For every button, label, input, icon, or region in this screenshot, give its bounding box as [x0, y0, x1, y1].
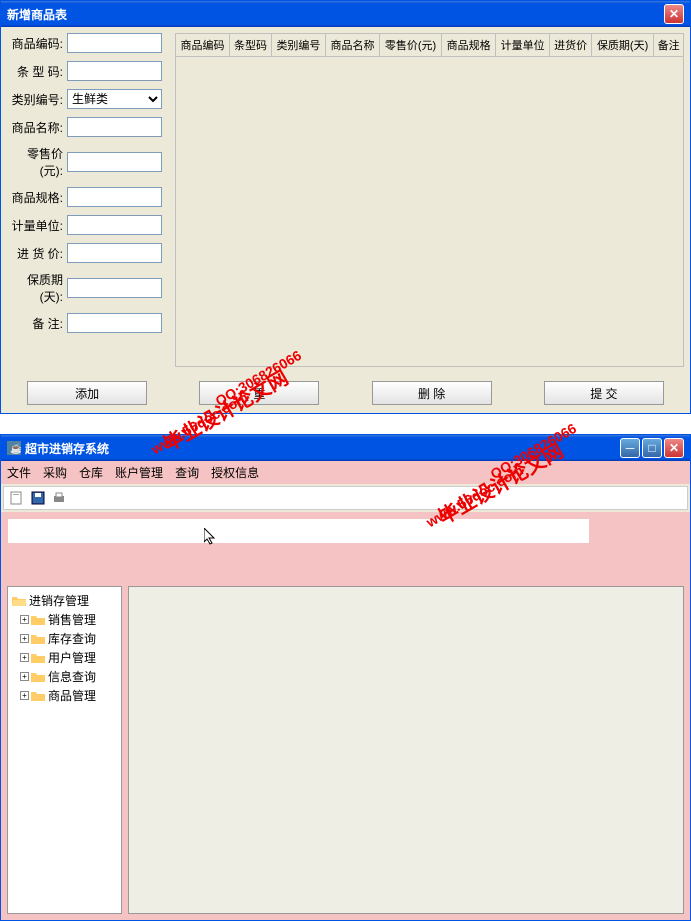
label-name: 商品名称: — [7, 119, 67, 136]
add-product-window: 新增商品表 ✕ 商品编码: 条 型 码: 类别编号: 生鲜类 商品名称: — [0, 0, 691, 414]
menu-file[interactable]: 文件 — [7, 464, 31, 481]
th-name[interactable]: 商品名称 — [325, 34, 379, 57]
titlebar: 新增商品表 ✕ — [1, 1, 690, 27]
delete-button[interactable]: 删 除 — [372, 381, 492, 405]
reset-button[interactable]: 重 — [199, 381, 319, 405]
input-unit[interactable] — [67, 215, 162, 235]
input-product-code[interactable] — [67, 33, 162, 53]
toolbar — [3, 486, 688, 510]
label-spec: 商品规格: — [7, 189, 67, 206]
tree-item-sales[interactable]: + 销售管理 — [20, 610, 117, 629]
new-icon[interactable] — [8, 489, 26, 507]
tree-item-product[interactable]: + 商品管理 — [20, 686, 117, 705]
input-remark[interactable] — [67, 313, 162, 333]
table-body-empty — [175, 57, 684, 367]
th-purchase[interactable]: 进货价 — [550, 34, 592, 57]
java-icon: ☕ — [7, 441, 21, 455]
input-retail-price[interactable] — [67, 152, 162, 172]
folder-icon — [31, 652, 45, 664]
tree-item-inventory[interactable]: + 库存查询 — [20, 629, 117, 648]
select-category[interactable]: 生鲜类 — [67, 89, 162, 109]
folder-icon — [31, 633, 45, 645]
svg-text:☕: ☕ — [10, 442, 21, 455]
product-table-area: 商品编码 条型码 类别编号 商品名称 零售价(元) 商品规格 计量单位 进货价 … — [175, 33, 684, 367]
tree-root[interactable]: 进销存管理 — [12, 591, 117, 610]
label-code: 商品编码: — [7, 35, 67, 52]
input-shelf-life[interactable] — [67, 278, 162, 298]
expand-icon[interactable]: + — [20, 691, 29, 700]
close-button-2[interactable]: ✕ — [664, 438, 684, 458]
input-barcode[interactable] — [67, 61, 162, 81]
expand-icon[interactable]: + — [20, 615, 29, 624]
save-icon[interactable] — [29, 489, 47, 507]
folder-open-icon — [12, 595, 26, 607]
inner-toolbar — [8, 519, 589, 543]
close-button[interactable]: ✕ — [664, 4, 684, 24]
th-unit[interactable]: 计量单位 — [496, 34, 550, 57]
expand-icon[interactable]: + — [20, 634, 29, 643]
menu-purchase[interactable]: 采购 — [43, 464, 67, 481]
form-panel: 商品编码: 条 型 码: 类别编号: 生鲜类 商品名称: 零售价(元): — [7, 33, 169, 367]
menu-auth[interactable]: 授权信息 — [211, 464, 259, 481]
tree-item-info[interactable]: + 信息查询 — [20, 667, 117, 686]
th-category[interactable]: 类别编号 — [271, 34, 325, 57]
expand-icon[interactable]: + — [20, 653, 29, 662]
print-icon[interactable] — [50, 489, 68, 507]
input-product-name[interactable] — [67, 117, 162, 137]
th-barcode[interactable]: 条型码 — [230, 34, 272, 57]
label-unit: 计量单位: — [7, 217, 67, 234]
input-purchase-price[interactable] — [67, 243, 162, 263]
label-purchase: 进 货 价: — [7, 245, 67, 262]
menu-warehouse[interactable]: 仓库 — [79, 464, 103, 481]
label-category: 类别编号: — [7, 91, 67, 108]
maximize-button[interactable]: □ — [642, 438, 662, 458]
product-table: 商品编码 条型码 类别编号 商品名称 零售价(元) 商品规格 计量单位 进货价 … — [175, 33, 684, 57]
input-spec[interactable] — [67, 187, 162, 207]
main-system-window: ☕ 超市进销存系统 ─ □ ✕ 文件 采购 仓库 账户管理 查询 授权信息 进销… — [0, 434, 691, 921]
menu-account[interactable]: 账户管理 — [115, 464, 163, 481]
menubar: 文件 采购 仓库 账户管理 查询 授权信息 — [1, 461, 690, 484]
th-price[interactable]: 零售价(元) — [379, 34, 441, 57]
tree-item-user[interactable]: + 用户管理 — [20, 648, 117, 667]
titlebar-2: ☕ 超市进销存系统 ─ □ ✕ — [1, 435, 690, 461]
th-remark[interactable]: 备注 — [654, 34, 684, 57]
window2-title: 超市进销存系统 — [25, 440, 109, 457]
label-barcode: 条 型 码: — [7, 63, 67, 80]
submit-button[interactable]: 提 交 — [544, 381, 664, 405]
label-remark: 备 注: — [7, 315, 67, 332]
label-shelf: 保质期(天): — [7, 271, 67, 305]
th-shelf[interactable]: 保质期(天) — [592, 34, 654, 57]
folder-icon — [31, 671, 45, 683]
menu-query[interactable]: 查询 — [175, 464, 199, 481]
label-price: 零售价(元): — [7, 145, 67, 179]
window-title: 新增商品表 — [7, 6, 67, 23]
th-code[interactable]: 商品编码 — [176, 34, 230, 57]
folder-icon — [31, 690, 45, 702]
add-button[interactable]: 添加 — [27, 381, 147, 405]
cursor-icon — [204, 528, 220, 548]
minimize-button[interactable]: ─ — [620, 438, 640, 458]
th-spec[interactable]: 商品规格 — [442, 34, 496, 57]
expand-icon[interactable]: + — [20, 672, 29, 681]
folder-icon — [31, 614, 45, 626]
